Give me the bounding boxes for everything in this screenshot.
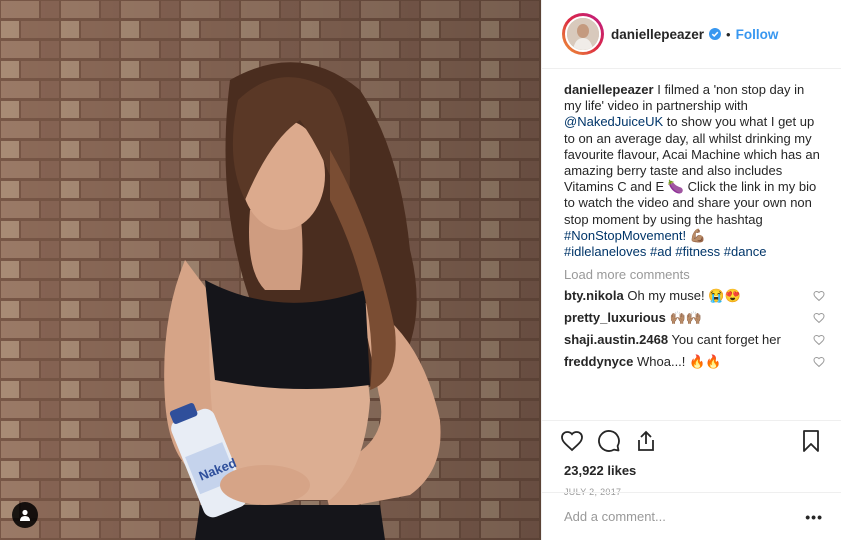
comment-item: freddynyce Whoa...! 🔥🔥: [564, 354, 825, 370]
more-options-button[interactable]: •••: [805, 509, 823, 525]
comment-username[interactable]: pretty_luxurious: [564, 310, 666, 325]
action-bar: [542, 421, 841, 461]
hashtag-link[interactable]: #idlelaneloves: [564, 244, 646, 259]
heart-icon[interactable]: [813, 356, 825, 368]
comment-input[interactable]: [564, 509, 806, 524]
caption: daniellepeazer I filmed a 'non stop day …: [564, 82, 821, 260]
likes-count[interactable]: 23,922 likes: [542, 463, 841, 478]
heart-icon[interactable]: [813, 312, 825, 324]
caption-text-3: 💪🏽: [686, 227, 706, 243]
comment-username[interactable]: freddynyce: [564, 354, 633, 369]
post-side-panel: daniellepeazer • Follow daniellepeazer I…: [541, 0, 841, 540]
comment-text: You cant forget her: [671, 332, 781, 348]
hashtag-link[interactable]: #fitness: [675, 244, 720, 259]
heart-icon[interactable]: [813, 290, 825, 302]
comment-item: bty.nikola Oh my muse! 😭😍: [564, 288, 825, 304]
avatar-image: [565, 16, 601, 52]
comment-username[interactable]: shaji.austin.2468: [564, 332, 668, 347]
comment-text: 🙌🏽🙌🏽: [669, 310, 702, 326]
heart-icon[interactable]: [813, 334, 825, 346]
bookmark-icon[interactable]: [799, 429, 823, 453]
header-username[interactable]: daniellepeazer: [611, 27, 704, 42]
caption-text-2: to show you what I get up to on an avera…: [564, 114, 820, 227]
mention-link[interactable]: @NakedJuiceUK: [564, 114, 663, 129]
comment-item: pretty_luxurious 🙌🏽🙌🏽: [564, 310, 825, 326]
photo-illustration: Naked: [0, 0, 541, 540]
hashtag-link[interactable]: #NonStopMovement!: [564, 228, 686, 243]
comments-section: daniellepeazer I filmed a 'non stop day …: [542, 69, 841, 421]
caption-username[interactable]: daniellepeazer: [564, 82, 654, 97]
follow-button[interactable]: Follow: [736, 27, 779, 42]
comment-item: shaji.austin.2468 You cant forget her: [564, 332, 825, 348]
avatar[interactable]: [562, 13, 604, 55]
person-icon[interactable]: [12, 502, 38, 528]
heart-icon[interactable]: [560, 429, 584, 453]
add-comment-bar: •••: [542, 492, 841, 540]
load-more-comments-button[interactable]: Load more comments: [564, 267, 821, 282]
post-header: daniellepeazer • Follow: [542, 0, 841, 69]
verified-badge-icon: [709, 28, 722, 40]
hashtag-link[interactable]: #ad: [650, 244, 672, 259]
comment-text: Oh my muse! 😭😍: [627, 288, 741, 304]
comment-username[interactable]: bty.nikola: [564, 288, 624, 303]
hashtag-link[interactable]: #dance: [724, 244, 767, 259]
share-icon[interactable]: [634, 429, 658, 453]
comment-text: Whoa...! 🔥🔥: [637, 354, 722, 370]
header-separator: •: [726, 26, 731, 42]
post-photo[interactable]: Naked: [0, 0, 541, 540]
comment-icon[interactable]: [597, 429, 621, 453]
